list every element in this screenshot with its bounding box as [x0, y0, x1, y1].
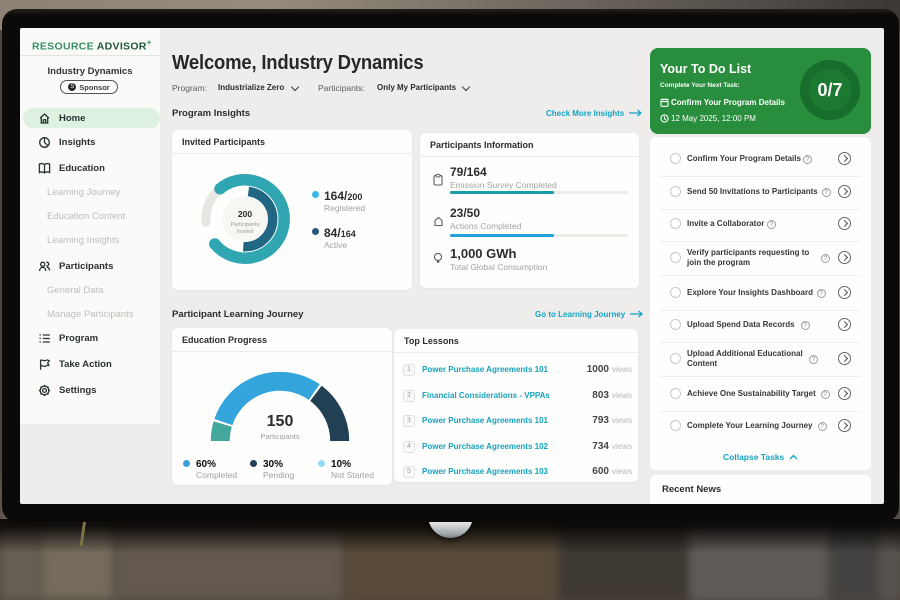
- svg-text:Participants: Participants: [260, 432, 299, 441]
- svg-text:Invited: Invited: [237, 229, 253, 235]
- svg-text:Participants: Participants: [231, 222, 260, 228]
- svg-text:200: 200: [238, 209, 252, 219]
- svg-text:150: 150: [267, 413, 294, 430]
